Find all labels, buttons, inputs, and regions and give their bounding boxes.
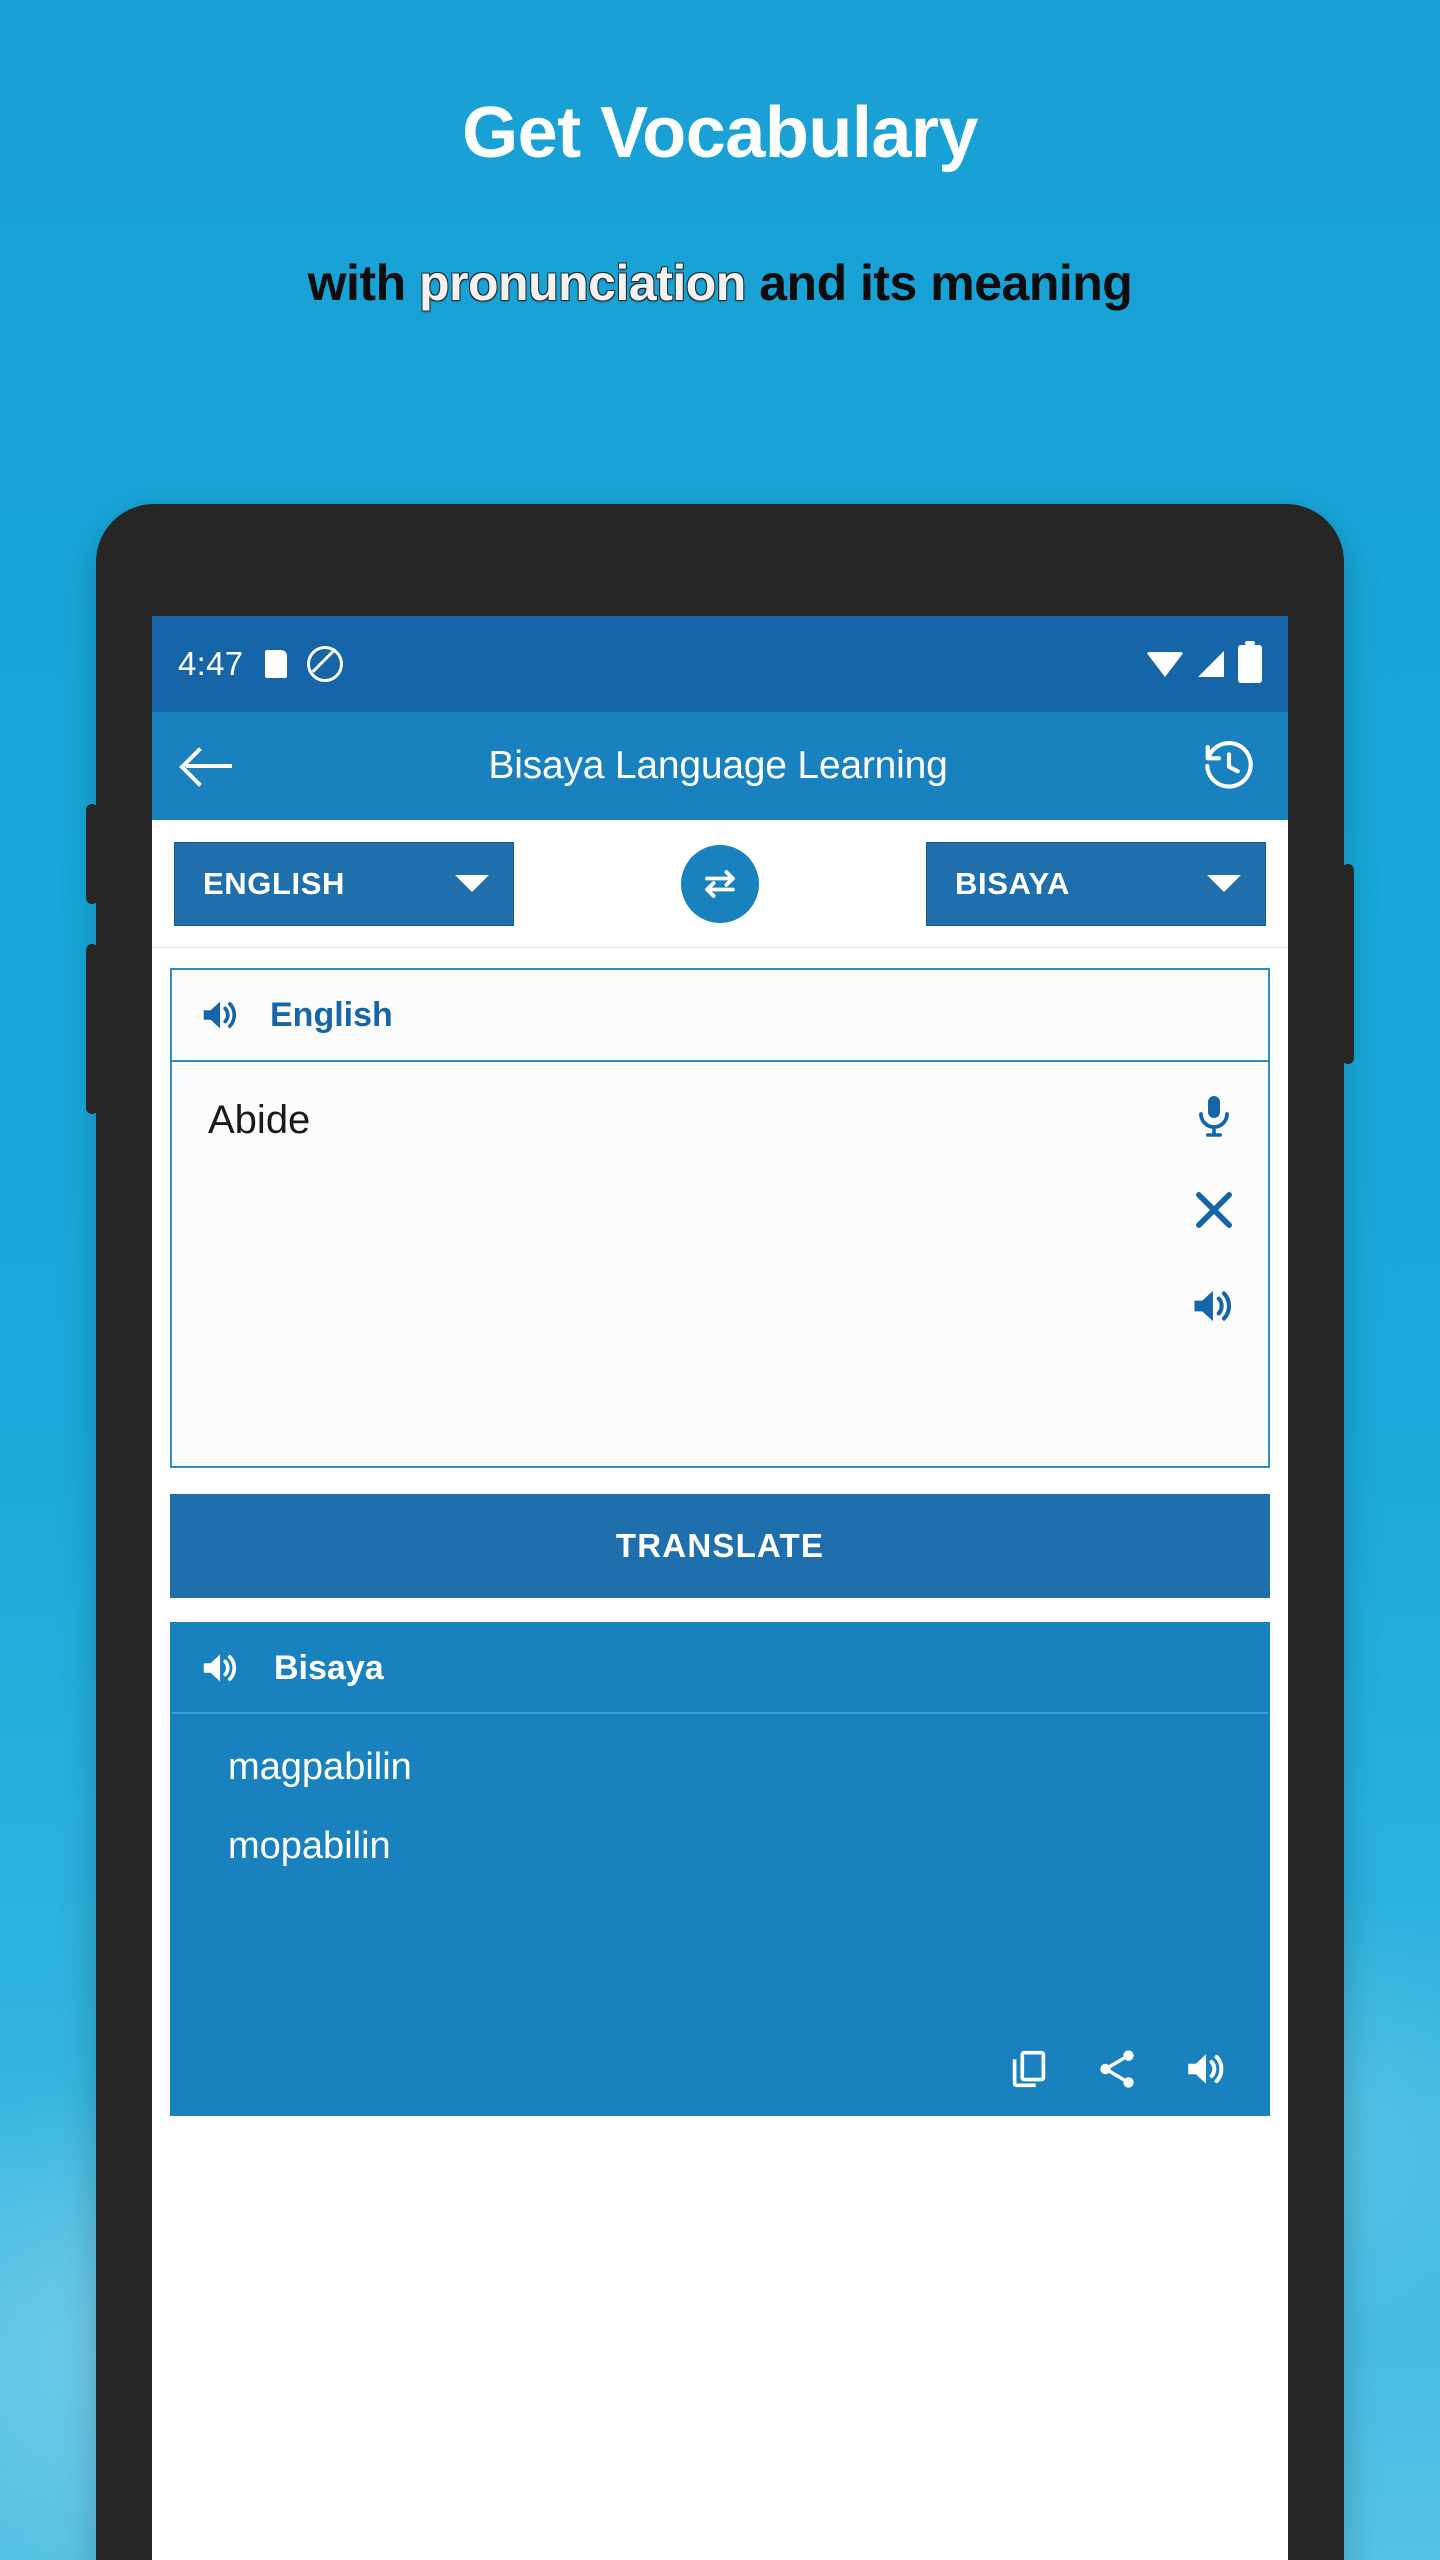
swap-horizontal-icon xyxy=(705,869,735,898)
speaker-icon[interactable] xyxy=(198,1645,244,1691)
clear-icon[interactable] xyxy=(1188,1184,1240,1236)
status-time: 4:47 xyxy=(178,645,244,682)
translation-line: magpabilin xyxy=(228,1746,412,1788)
page-title: Get Vocabulary xyxy=(462,93,978,173)
source-action-buttons xyxy=(1188,1092,1240,1332)
source-card-header: English xyxy=(172,970,1268,1062)
subtitle-part-before: with xyxy=(307,255,420,311)
app-title: Bisaya Language Learning xyxy=(488,744,948,787)
back-arrow-icon[interactable] xyxy=(182,739,236,793)
copy-icon[interactable] xyxy=(1006,2046,1052,2092)
battery-icon xyxy=(1238,641,1262,683)
speaker-icon[interactable] xyxy=(1182,2044,1232,2094)
status-icons-right xyxy=(1146,641,1262,683)
translate-button[interactable]: TRANSLATE xyxy=(170,1494,1270,1598)
phone-side-button-left-upper xyxy=(86,804,98,904)
status-bar: 4:47 xyxy=(152,616,1288,712)
result-card-header: Bisaya xyxy=(172,1624,1268,1714)
signal-icon xyxy=(1198,651,1224,677)
status-icons-left xyxy=(265,646,344,682)
phone-mockup: 4:47 Bisaya Language Learning ENGLISH BI… xyxy=(86,504,1354,2560)
phone-screen: 4:47 Bisaya Language Learning ENGLISH BI… xyxy=(152,616,1288,2560)
app-bar: Bisaya Language Learning xyxy=(152,712,1288,820)
history-icon[interactable] xyxy=(1200,737,1258,795)
source-language-label: ENGLISH xyxy=(203,865,345,901)
target-language-label: BISAYA xyxy=(955,865,1071,901)
subtitle-part-after: and its meaning xyxy=(745,255,1133,311)
subtitle-highlight: pronunciation xyxy=(419,255,746,311)
promo-page: Get Vocabulary with pronunciation and it… xyxy=(0,0,1440,2560)
chevron-down-icon xyxy=(455,875,489,892)
microphone-icon[interactable] xyxy=(1190,1092,1238,1140)
target-language-dropdown[interactable]: BISAYA xyxy=(926,841,1266,926)
page-subtitle: with pronunciation and its meaning xyxy=(0,254,1440,312)
source-text-card: English Abide xyxy=(170,968,1270,1468)
share-icon[interactable] xyxy=(1094,2046,1140,2092)
source-card-label: English xyxy=(270,995,393,1034)
language-selector-row: ENGLISH BISAYA xyxy=(152,820,1288,948)
chevron-down-icon xyxy=(1207,875,1241,892)
source-text-input[interactable]: Abide xyxy=(172,1062,1268,1466)
speaker-icon[interactable] xyxy=(198,992,244,1038)
wifi-icon xyxy=(1146,651,1184,677)
translation-line: mopabilin xyxy=(228,1825,391,1867)
result-card: Bisaya magpabilin mopabilin xyxy=(170,1622,1270,2116)
speaker-icon[interactable] xyxy=(1188,1280,1240,1332)
do-not-disturb-icon xyxy=(307,646,344,682)
phone-side-button-right xyxy=(1342,864,1354,1064)
result-card-label: Bisaya xyxy=(274,1648,384,1687)
result-action-buttons xyxy=(1006,2044,1232,2094)
source-text-value: Abide xyxy=(208,1098,311,1142)
sdcard-icon xyxy=(265,650,288,678)
phone-side-button-left-lower xyxy=(86,944,98,1114)
swap-languages-button[interactable] xyxy=(681,844,759,923)
result-text-area: magpabilin mopabilin xyxy=(172,1714,1268,2114)
source-language-dropdown[interactable]: ENGLISH xyxy=(174,841,514,926)
